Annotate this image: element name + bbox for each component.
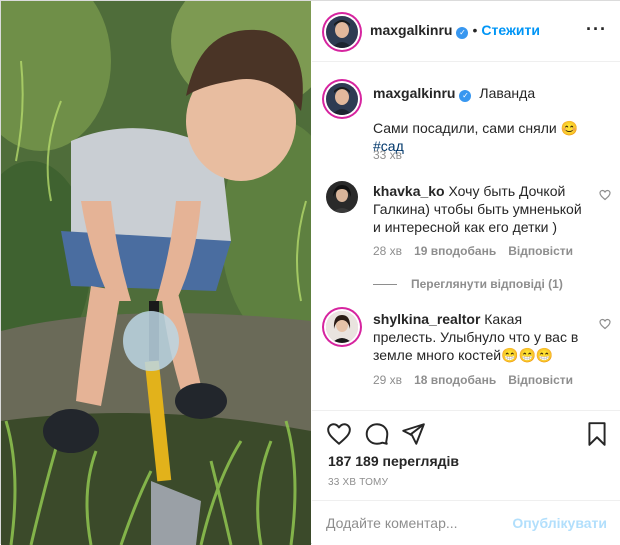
like-heart-icon[interactable] [326,421,352,447]
follow-button[interactable]: Стежити [481,22,540,38]
avatar-image [326,181,358,213]
comment-row: khavka_ko Хочу быть Дочкой Галкина) чтоб… [326,179,611,299]
comment-composer: Опублікувати [312,500,620,545]
comment-body: khavka_ko Хочу быть Дочкой Галкина) чтоб… [373,182,585,236]
caption-time[interactable]: 33 хв [373,148,402,162]
caption-author-avatar[interactable] [326,83,358,115]
caption-meta: 33 хв [373,148,414,162]
view-replies-label: Переглянути відповіді (1) [411,277,563,291]
reply-button[interactable]: Відповісти [508,373,573,387]
view-replies-button[interactable]: Переглянути відповіді (1) [373,277,563,291]
post-time-ago[interactable]: 33 ХВ ТОМУ [328,477,388,488]
comment-meta: 29 хв 18 вподобань Відповісти [373,373,585,387]
like-comment-heart-icon[interactable] [599,189,611,201]
post-details-panel: maxgalkinru ✓ • Стежити ··· maxgalkinru ✓ Ла [312,1,620,545]
comment-time[interactable]: 29 хв [373,373,402,387]
commenter-avatar[interactable] [326,311,358,343]
avatar-image [326,16,358,48]
verified-badge-icon: ✓ [456,27,469,39]
avatar-image [326,83,358,115]
photo-illustration [1,1,311,545]
avatar-image [326,311,358,343]
publish-button[interactable]: Опублікувати [512,515,607,531]
replies-divider [373,284,397,286]
comment-input[interactable] [326,513,516,533]
commenter-username[interactable]: shylkina_realtor [373,311,480,327]
comment-time[interactable]: 28 хв [373,244,402,258]
comment-bubble-icon[interactable] [364,421,390,447]
caption-row: maxgalkinru ✓ Лаванда Сами посадили, сами… [326,81,611,181]
post-photo[interactable] [1,1,311,545]
comment-body: shylkina_realtor Какая прелесть. Улыбнул… [373,310,585,364]
author-username[interactable]: maxgalkinru [370,22,452,38]
comment-likes[interactable]: 18 вподобань [414,373,496,387]
more-options-icon[interactable]: ··· [586,19,607,40]
save-bookmark-icon[interactable] [584,421,610,447]
comment-likes[interactable]: 19 вподобань [414,244,496,258]
commenter-username[interactable]: khavka_ko [373,183,445,199]
location-label[interactable]: Лаванда [479,85,535,101]
share-send-icon[interactable] [400,421,426,447]
comment-row: shylkina_realtor Какая прелесть. Улыбнул… [326,307,611,409]
caption-author-username[interactable]: maxgalkinru [373,85,455,101]
comment-meta: 28 хв 19 вподобань Відповісти [373,244,585,258]
views-count[interactable]: 187 189 переглядів [328,453,459,469]
caption-author-line: maxgalkinru ✓ Лаванда [373,84,585,102]
separator-dot: • [472,22,478,38]
like-comment-heart-icon[interactable] [599,318,611,330]
comments-list: maxgalkinru ✓ Лаванда Сами посадили, сами… [312,63,620,409]
caption-text: Сами посадили, сами сняли 😊 [373,120,579,136]
commenter-avatar[interactable] [326,181,358,213]
verified-badge-icon: ✓ [459,90,472,102]
post-header: maxgalkinru ✓ • Стежити ··· [312,1,620,62]
header-author-line: maxgalkinru ✓ • Стежити [370,22,540,39]
reply-button[interactable]: Відповісти [508,244,573,258]
post-dialog: maxgalkinru ✓ • Стежити ··· maxgalkinru ✓ Ла [0,0,620,545]
author-avatar[interactable] [326,16,358,48]
